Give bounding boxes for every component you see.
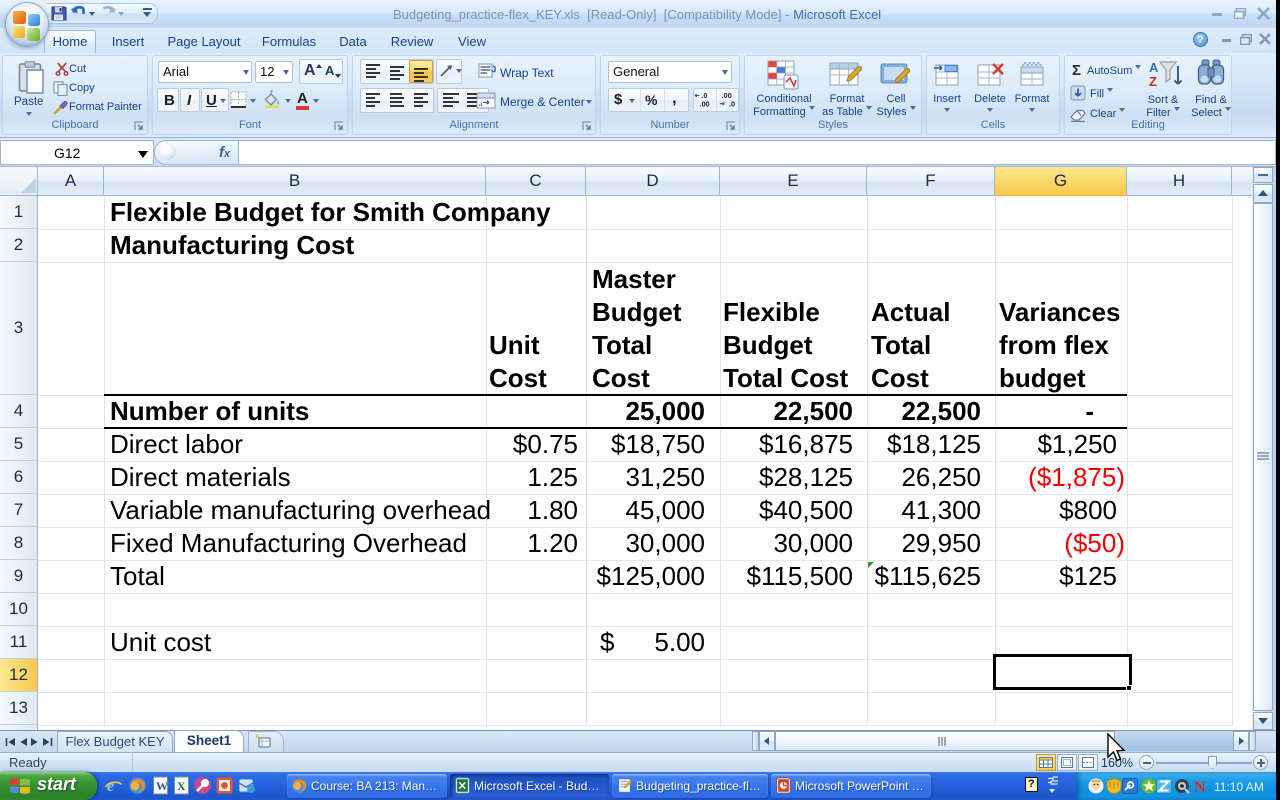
svg-text:W: W	[156, 779, 168, 793]
svg-text:X: X	[177, 779, 186, 793]
svg-text:Z: Z	[1149, 74, 1157, 89]
svg-text:e: e	[107, 778, 114, 795]
svg-text:N: N	[1194, 779, 1206, 794]
svg-text:A: A	[1149, 60, 1159, 75]
svg-text:.00: .00	[699, 99, 709, 108]
svg-text:.0: .0	[729, 99, 735, 108]
